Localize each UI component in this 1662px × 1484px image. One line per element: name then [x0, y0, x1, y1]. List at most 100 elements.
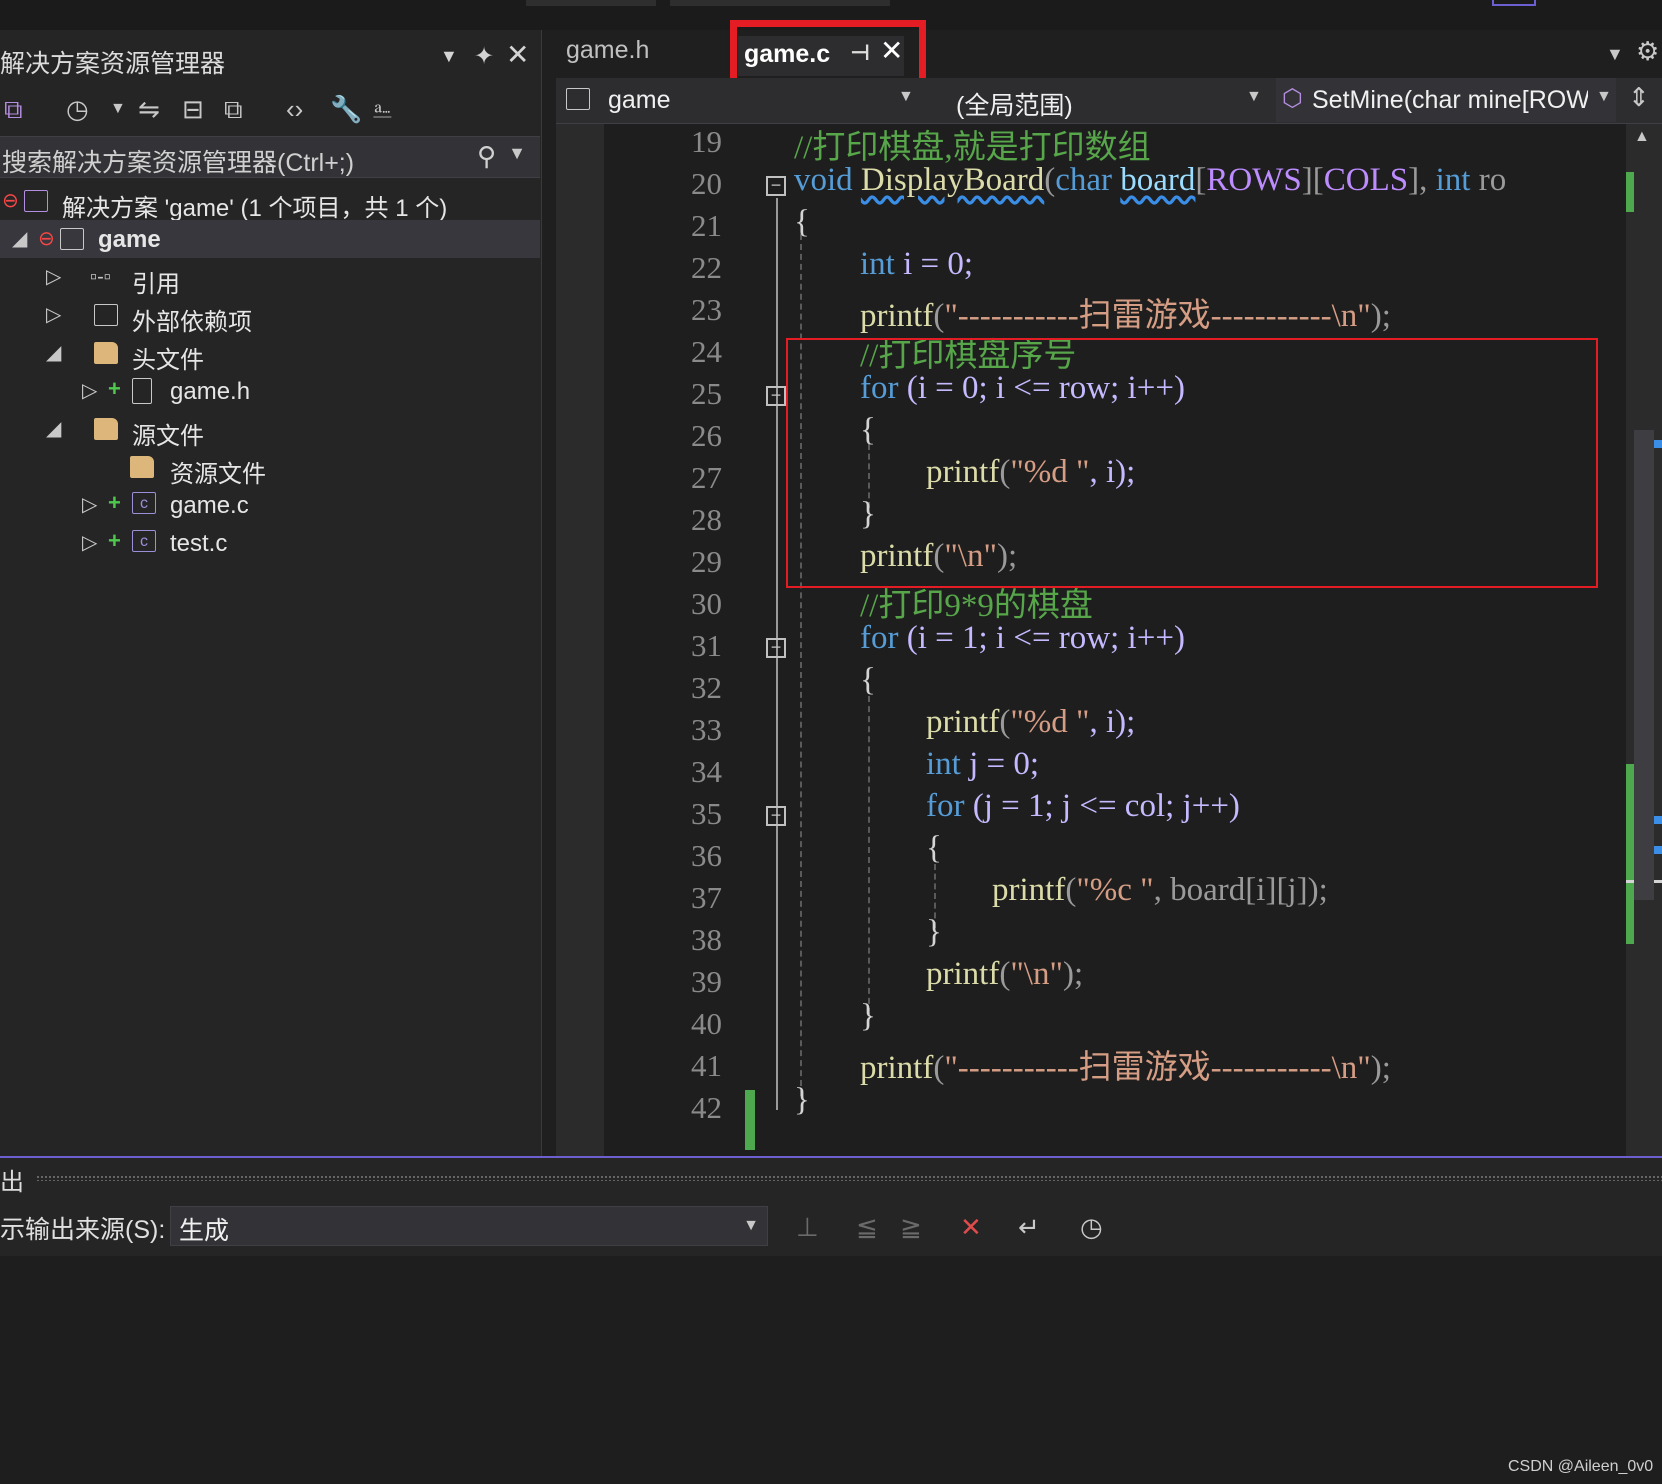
token-function: printf [926, 704, 1000, 740]
tree-item-header-files[interactable]: ◢ 头文件 [0, 334, 540, 374]
references-icon: ▫-▫ [90, 266, 111, 288]
chevron-down-icon[interactable]: ▼ [110, 100, 126, 118]
project-dropdown[interactable]: game ▼ [566, 78, 914, 122]
code-editor[interactable]: 19 20 21 22 23 24 25 26 27 28 29 30 31 3… [604, 124, 1626, 1156]
collapsed-arrow-icon[interactable]: ▷ [82, 492, 97, 517]
added-plus-icon: + [108, 376, 121, 401]
indent-guide [868, 696, 870, 1014]
collapsed-arrow-icon[interactable]: ▷ [46, 264, 61, 289]
line-number: 39 [691, 964, 722, 999]
sync-icon[interactable]: ⇋ [138, 94, 160, 125]
chevron-down-icon[interactable]: ▼ [743, 1217, 759, 1235]
goto-error-icon[interactable]: ⊥ [796, 1212, 819, 1243]
chevron-down-icon[interactable]: ▼ [508, 143, 526, 164]
added-plus-icon: + [108, 490, 121, 515]
strip-indicator [1492, 0, 1536, 6]
line-number: 19 [691, 124, 722, 159]
scope-dropdown[interactable]: (全局范围) ▼ [916, 78, 1266, 122]
scope-dropdown-value: (全局范围) [956, 92, 1073, 120]
token-function: printf [926, 956, 1000, 992]
line-number: 21 [691, 208, 722, 243]
token-function: printf [860, 1050, 934, 1086]
preview-icon[interactable]: ⎁ [372, 94, 393, 126]
tree-item-game-h[interactable]: ▷ + game.h [0, 372, 540, 410]
line-number: 37 [691, 880, 722, 915]
previous-message-icon[interactable]: ≦ [856, 1212, 878, 1243]
tree-item-test-c[interactable]: ▷ + c test.c [0, 524, 540, 562]
tree-item-references[interactable]: ▷ ▫-▫ 引用 [0, 258, 540, 298]
output-source-select[interactable]: 生成 ▼ [170, 1206, 768, 1246]
collapsed-arrow-icon[interactable]: ▷ [46, 302, 61, 327]
scroll-up-arrow-icon[interactable]: ▲ [1634, 128, 1650, 146]
tab-game-h[interactable]: game.h [566, 36, 649, 76]
chevron-down-icon[interactable]: ▼ [1246, 88, 1262, 106]
expanded-arrow-icon[interactable]: ◢ [46, 340, 61, 365]
collapse-region-icon[interactable]: − [766, 386, 786, 406]
token-param: ro [1478, 162, 1507, 198]
filter-folder-icon [130, 456, 154, 478]
chevron-down-icon[interactable]: ▼ [898, 88, 914, 106]
close-icon[interactable]: ✕ [506, 38, 529, 71]
properties-wrench-icon[interactable]: 🔧 [330, 94, 362, 125]
chevron-down-icon[interactable]: ▼ [440, 46, 458, 67]
token-punct: ( [1044, 162, 1056, 198]
next-message-icon[interactable]: ≧ [900, 1212, 922, 1243]
token-punct: [ [1195, 162, 1207, 198]
history-icon[interactable]: ◷ [66, 94, 89, 125]
collapse-region-icon[interactable]: − [766, 806, 786, 826]
tree-item-label: game.h [170, 378, 251, 405]
collapse-region-icon[interactable]: − [766, 638, 786, 658]
code-line-36: { [926, 830, 942, 866]
chevron-down-icon[interactable]: ▼ [1596, 88, 1612, 106]
token-macro: COLS [1323, 162, 1409, 198]
member-dropdown[interactable]: ⬡ SetMine(char mine[ROW ▼ [1276, 78, 1616, 122]
token-string: "-----------扫雷游戏-----------\n" [944, 1050, 1371, 1086]
expanded-arrow-icon[interactable]: ◢ [12, 226, 27, 251]
clear-all-icon[interactable]: ✕ [960, 1212, 982, 1243]
tree-item-resource-files[interactable]: 资源文件 [0, 448, 540, 488]
error-indicator-icon: ⊖ [2, 190, 19, 212]
project-icon [566, 88, 590, 110]
tab-label: game.h [566, 36, 650, 64]
token-punct: ( [1065, 872, 1077, 908]
line-number: 27 [691, 460, 722, 495]
token-keyword: int [1435, 162, 1471, 198]
expanded-arrow-icon[interactable]: ◢ [46, 416, 61, 441]
gear-icon[interactable]: ⚙ [1636, 36, 1659, 67]
line-number: 33 [691, 712, 722, 747]
tree-item-source-files[interactable]: ◢ 源文件 [0, 410, 540, 450]
tree-item-solution[interactable]: ⊖ 解决方案 'game' (1 个项目，共 1 个) [0, 182, 540, 222]
search-icon[interactable]: ⚲ [477, 141, 496, 172]
collapsed-arrow-icon[interactable]: ▷ [82, 530, 97, 555]
code-line-41: printf("-----------扫雷游戏-----------\n"); [860, 1040, 1391, 1088]
tab-list-dropdown-icon[interactable]: ▼ [1606, 44, 1624, 65]
code-line-38: } [926, 914, 942, 950]
switch-views-icon[interactable]: ⧉ [4, 94, 23, 126]
collapsed-arrow-icon[interactable]: ▷ [82, 378, 97, 403]
collapse-all-icon[interactable]: ⊟ [182, 94, 204, 125]
header-file-icon [132, 378, 152, 404]
split-editor-icon[interactable]: ⇕ [1628, 82, 1650, 113]
scrollbar-thumb[interactable] [1634, 430, 1654, 900]
tree-item-external-deps[interactable]: ▷ 外部依赖项 [0, 296, 540, 336]
word-wrap-icon[interactable]: ↵ [1018, 1212, 1040, 1243]
code-line-20: void DisplayBoard(char board[ROWS][COLS]… [794, 162, 1506, 199]
search-input[interactable]: 搜索解决方案资源管理器(Ctrl+;) [2, 143, 354, 179]
token-code: j = 0; [960, 746, 1040, 782]
tree-item-project[interactable]: ◢ ⊖ game [0, 220, 540, 258]
collapse-region-icon[interactable]: − [766, 176, 786, 196]
code-line-39: printf("\n"); [926, 956, 1083, 993]
c-file-icon: c [132, 492, 156, 514]
view-code-icon[interactable]: ‹› [286, 94, 303, 125]
show-all-files-icon[interactable]: ⧉ [224, 94, 243, 126]
solution-search-box[interactable]: 搜索解决方案资源管理器(Ctrl+;) ⚲ ▼ [0, 136, 540, 178]
clock-icon[interactable]: ◷ [1080, 1212, 1103, 1243]
token-code: , i); [1089, 704, 1136, 740]
output-text-area[interactable] [0, 1256, 1662, 1484]
code-line-40: } [860, 998, 876, 1034]
line-number: 38 [691, 922, 722, 957]
pin-icon[interactable]: ✦ [474, 42, 494, 71]
drag-handle[interactable] [36, 1175, 1662, 1181]
solution-icon [24, 190, 48, 212]
tree-item-game-c[interactable]: ▷ + c game.c [0, 486, 540, 524]
